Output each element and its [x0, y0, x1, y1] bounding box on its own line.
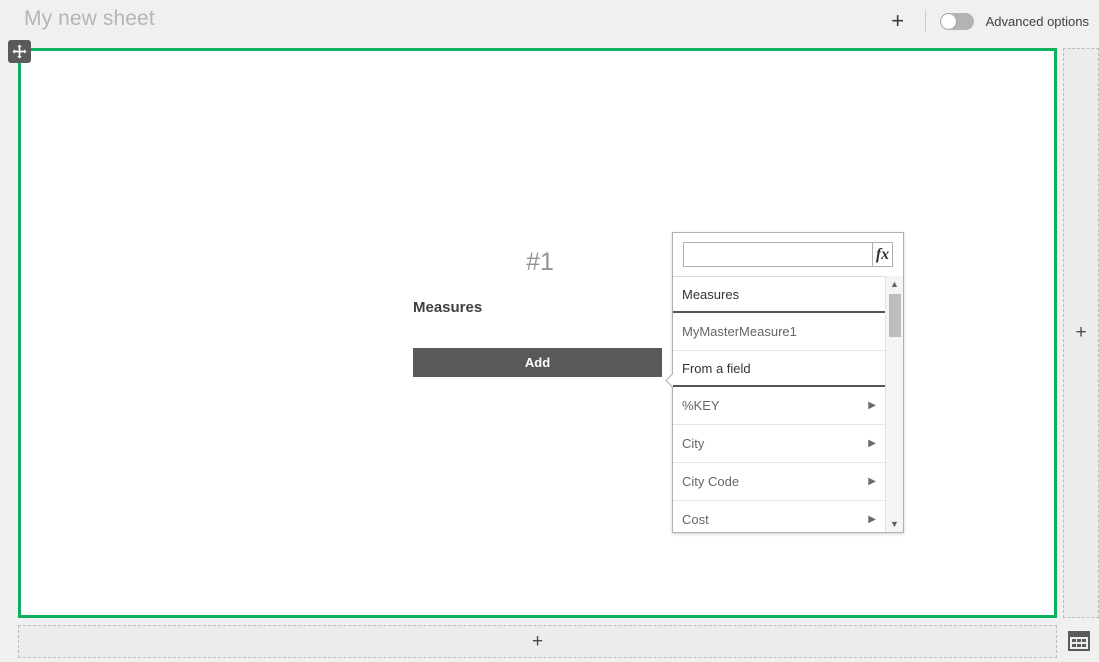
expression-editor-button[interactable]: fx [872, 242, 893, 267]
scroll-down-arrow-icon[interactable]: ▼ [886, 516, 903, 532]
list-item[interactable]: City Code ▶ [673, 463, 885, 501]
list-item[interactable]: City ▶ [673, 425, 885, 463]
object-number-label: #1 [526, 248, 554, 276]
add-chart-button[interactable]: + [883, 6, 913, 36]
section-header-from-a-field: From a field [673, 351, 885, 387]
list-item-label: MyMasterMeasure1 [682, 323, 797, 339]
top-toolbar: My new sheet + Advanced options [0, 0, 1099, 42]
chevron-right-icon[interactable]: ▶ [868, 400, 876, 411]
toolbar-right-group: + Advanced options [883, 0, 1089, 42]
popover-search-row: fx [673, 233, 903, 276]
list-item-label: City [682, 435, 705, 451]
toggle-knob [940, 13, 956, 29]
advanced-options-toggle[interactable] [939, 12, 974, 30]
field-list[interactable]: Measures MyMasterMeasure1 From a field %… [673, 276, 885, 532]
popover-caret [664, 371, 673, 389]
measures-section-label: Measures [413, 299, 483, 316]
list-item[interactable]: MyMasterMeasure1 [673, 313, 885, 351]
advanced-options-label: Advanced options [985, 13, 1089, 29]
list-item[interactable]: %KEY ▶ [673, 387, 885, 425]
add-measure-button[interactable]: Add [413, 348, 662, 377]
visualization-placeholder: #1 Measures Add [395, 250, 685, 377]
list-item-label: Cost [682, 511, 709, 527]
scrollbar-thumb[interactable] [889, 294, 901, 337]
move-arrows-icon[interactable] [8, 40, 31, 63]
chevron-right-icon[interactable]: ▶ [868, 514, 876, 525]
sheet-title[interactable]: My new sheet [24, 7, 155, 31]
field-list-scrollbar[interactable]: ▲ ▼ [885, 276, 903, 532]
section-header-measures: Measures [673, 277, 885, 313]
dropzone-bottom[interactable]: + [18, 625, 1057, 658]
list-item-label: City Code [682, 473, 740, 489]
expression-search-input[interactable] [683, 242, 872, 267]
data-table-icon[interactable] [1068, 631, 1090, 651]
measure-picker-popover: fx Measures MyMasterMeasure1 From a fiel… [672, 232, 904, 533]
list-item[interactable]: Cost ▶ [673, 501, 885, 532]
scroll-up-arrow-icon[interactable]: ▲ [886, 276, 903, 292]
chevron-right-icon[interactable]: ▶ [868, 476, 876, 487]
dropzone-right[interactable]: + [1063, 48, 1099, 618]
chevron-right-icon[interactable]: ▶ [868, 438, 876, 449]
list-item-label: %KEY [682, 397, 720, 413]
toolbar-divider [924, 10, 926, 32]
